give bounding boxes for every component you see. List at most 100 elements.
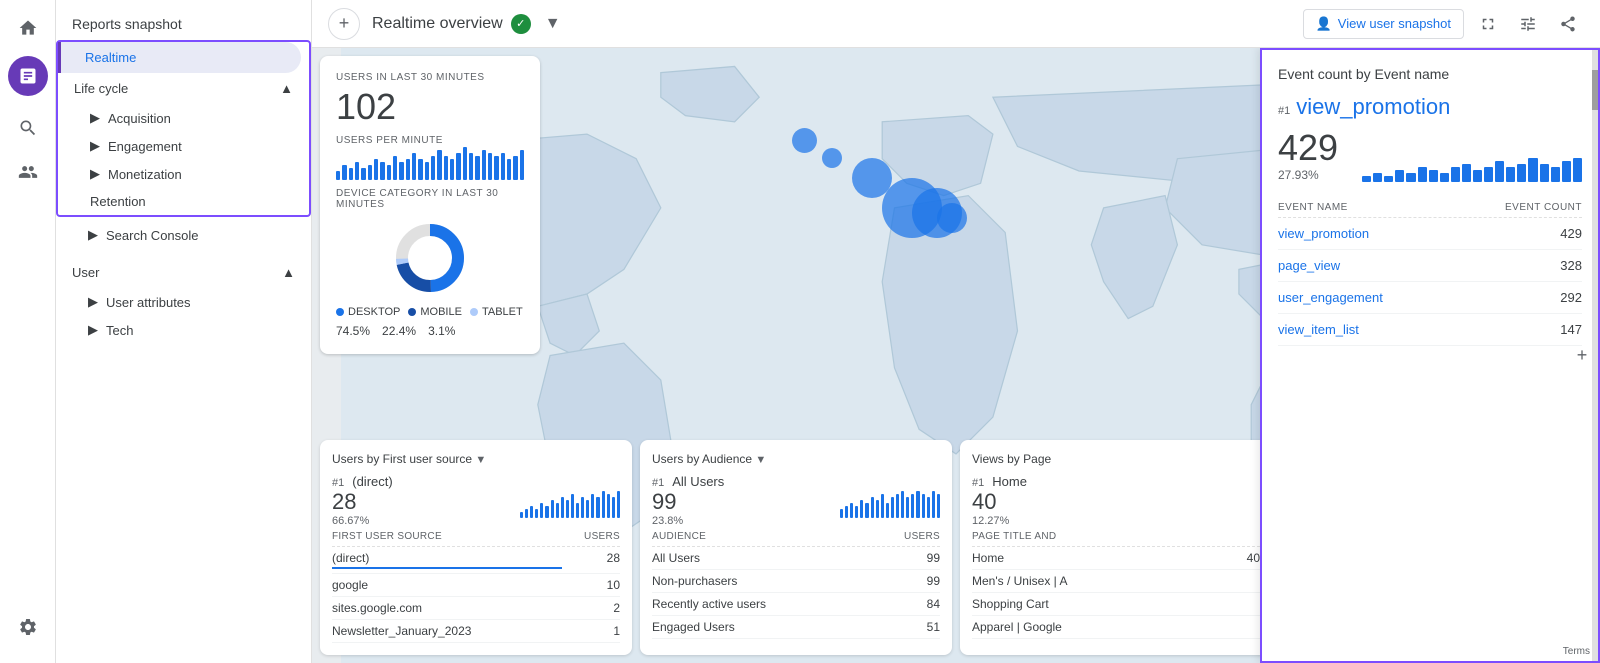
bar-item xyxy=(922,494,925,518)
mobile-label: MOBILE xyxy=(420,306,462,318)
bar-item xyxy=(469,153,473,180)
bar-item xyxy=(581,497,584,518)
audience-col1: AUDIENCE xyxy=(652,531,706,542)
bar-item xyxy=(513,156,517,180)
engagement-item[interactable]: ▶ Engagement xyxy=(58,132,309,160)
bar-item xyxy=(561,497,564,518)
audience-icon[interactable] xyxy=(8,152,48,192)
first-user-source-title: Users by First user source ▼ xyxy=(332,452,620,466)
bar-item xyxy=(865,503,868,518)
acquisition-item[interactable]: ▶ Acquisition xyxy=(58,104,309,132)
expand-panel-button[interactable]: + xyxy=(1570,344,1594,368)
map-bubble-5 xyxy=(792,128,817,153)
nav-sidebar: Reports snapshot Realtime Life cycle ▲ ▶… xyxy=(56,0,312,663)
views-by-page-card: Views by Page #1 Home 40 12.27% PAGE TIT… xyxy=(960,440,1272,655)
desktop-dot xyxy=(336,308,344,316)
event-col2: EVENT COUNT xyxy=(1505,202,1582,213)
mobile-pct: 22.4% xyxy=(382,324,416,338)
audience-table: All Users99Non-purchasers99Recently acti… xyxy=(652,547,940,639)
bar-item xyxy=(1440,173,1449,182)
event-panel-title: Event count by Event name xyxy=(1278,66,1582,82)
bar-item xyxy=(1429,170,1438,182)
bar-item xyxy=(450,159,454,180)
table-row: Home40 xyxy=(972,547,1260,570)
views-col1: PAGE TITLE AND xyxy=(972,531,1056,542)
user-attributes-item[interactable]: ▶ User attributes xyxy=(56,288,311,316)
table-row: google10 xyxy=(332,574,620,597)
bar-item xyxy=(482,150,486,180)
search-console-icon[interactable] xyxy=(8,108,48,148)
bar-item xyxy=(501,153,505,180)
bar-item xyxy=(596,497,599,518)
bar-item xyxy=(586,500,589,518)
event-table-row: user_engagement292 xyxy=(1278,282,1582,314)
scroll-indicator xyxy=(1592,50,1598,661)
bar-item xyxy=(1362,176,1371,182)
user-section[interactable]: User ▲ xyxy=(56,257,311,288)
bar-item xyxy=(368,165,372,180)
lifecycle-section[interactable]: Life cycle ▲ xyxy=(58,73,309,104)
retention-item[interactable]: Retention xyxy=(58,188,309,215)
device-category-label: DEVICE CATEGORY IN LAST 30 MINUTES xyxy=(336,188,524,210)
bar-item xyxy=(374,159,378,180)
terms-text: Terms xyxy=(1563,646,1590,657)
tablet-pct: 3.1% xyxy=(428,324,455,338)
analytics-icon[interactable] xyxy=(8,56,48,96)
tech-item[interactable]: ▶ Tech xyxy=(56,316,311,344)
users-per-minute-label: USERS PER MINUTE xyxy=(336,135,524,146)
first-source-pct: 66.67% xyxy=(332,515,393,527)
customize-button[interactable] xyxy=(1512,8,1544,40)
share-button[interactable] xyxy=(1552,8,1584,40)
bar-item xyxy=(911,494,914,518)
tech-arrow: ▶ xyxy=(88,322,98,338)
bar-item xyxy=(1418,167,1427,182)
bar-item xyxy=(535,509,538,518)
bar-item xyxy=(566,500,569,518)
search-console-item[interactable]: ▶ Search Console xyxy=(56,221,311,249)
users-count: 102 xyxy=(336,87,524,127)
bar-item xyxy=(1562,161,1571,182)
title-dropdown-button[interactable]: ▼ xyxy=(539,10,567,38)
view-user-snapshot-button[interactable]: 👤 View user snapshot xyxy=(1303,9,1464,39)
monetization-item[interactable]: ▶ Monetization xyxy=(58,160,309,188)
page-title-area: Realtime overview ✓ ▼ xyxy=(372,10,567,38)
bar-item xyxy=(1373,173,1382,182)
acquisition-arrow: ▶ xyxy=(90,110,100,126)
bar-item xyxy=(494,156,498,180)
bar-item xyxy=(380,162,384,180)
table-row: Apparel | Google xyxy=(972,616,1260,639)
engagement-label: Engagement xyxy=(108,139,182,154)
bar-item xyxy=(891,497,894,518)
event-count-panel[interactable]: Event count by Event name #1 view_promot… xyxy=(1260,48,1600,663)
bar-item xyxy=(886,503,889,518)
retention-label: Retention xyxy=(90,194,146,209)
event-rank: #1 xyxy=(1278,105,1290,117)
table-row: Non-purchasers99 xyxy=(652,570,940,593)
top-event-count: 429 xyxy=(1278,130,1338,166)
audience-card: Users by Audience ▼ #1 All Users 99 23.8… xyxy=(640,440,952,655)
bar-item xyxy=(937,494,940,518)
engagement-arrow: ▶ xyxy=(90,138,100,154)
bar-item xyxy=(840,509,843,518)
user-section-collapse-icon: ▲ xyxy=(282,265,295,280)
bar-item xyxy=(530,506,533,518)
settings-icon[interactable] xyxy=(8,607,48,647)
bar-item xyxy=(916,491,919,518)
realtime-nav-item[interactable]: Realtime xyxy=(58,42,301,73)
user-attributes-label: User attributes xyxy=(106,295,191,310)
add-card-button[interactable]: + xyxy=(328,8,360,40)
table-row: Men's / Unisex | A xyxy=(972,570,1260,593)
search-console-arrow: ▶ xyxy=(88,227,98,243)
event-table: view_promotion429page_view328user_engage… xyxy=(1278,218,1582,346)
views-by-page-title: Views by Page xyxy=(972,452,1260,466)
fullscreen-button[interactable] xyxy=(1472,8,1504,40)
home-icon[interactable] xyxy=(8,8,48,48)
bar-item xyxy=(932,491,935,518)
bar-item xyxy=(1517,164,1526,182)
bottom-cards-row: Users by First user source ▼ #1 (direct)… xyxy=(312,432,1280,663)
bar-item xyxy=(602,491,605,518)
bar-item xyxy=(1384,176,1393,182)
bar-item xyxy=(551,500,554,518)
bar-item xyxy=(412,153,416,180)
bar-item xyxy=(845,506,848,518)
